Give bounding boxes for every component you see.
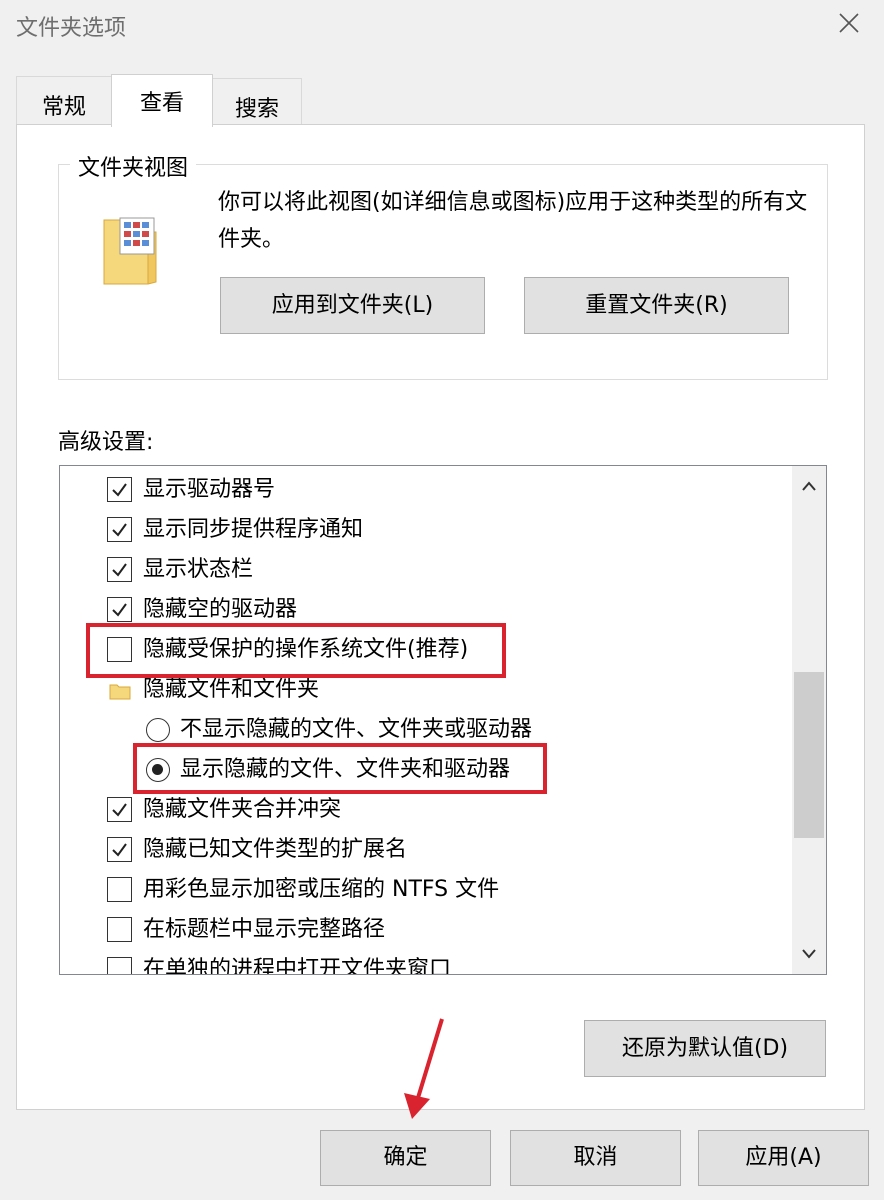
list-item-label: 隐藏已知文件类型的扩展名 bbox=[143, 837, 408, 862]
checkmark-icon bbox=[112, 843, 127, 857]
window-title: 文件夹选项 bbox=[16, 16, 127, 41]
list-item-label: 显示状态栏 bbox=[143, 557, 254, 582]
list-item-label: 显示隐藏的文件、文件夹和驱动器 bbox=[180, 757, 511, 782]
checkbox[interactable] bbox=[107, 877, 132, 902]
reset-folders-button[interactable]: 重置文件夹(R) bbox=[524, 277, 789, 334]
radio-button[interactable] bbox=[146, 758, 170, 782]
chevron-down-icon bbox=[802, 949, 816, 959]
checkmark-icon bbox=[112, 803, 127, 817]
checkbox[interactable] bbox=[107, 637, 132, 662]
checkbox[interactable] bbox=[107, 957, 132, 974]
list-item-label: 隐藏文件夹合并冲突 bbox=[143, 797, 342, 822]
checkmark-icon bbox=[112, 523, 127, 537]
folder-icon bbox=[109, 684, 131, 700]
title-bar: 文件夹选项 bbox=[0, 0, 884, 52]
checkbox[interactable] bbox=[107, 557, 132, 582]
restore-defaults-button[interactable]: 还原为默认值(D) bbox=[584, 1020, 826, 1077]
checkmark-icon bbox=[112, 603, 127, 617]
chevron-up-icon bbox=[802, 481, 816, 491]
apply-button[interactable]: 应用(A) bbox=[698, 1130, 869, 1186]
folder-view-icon bbox=[103, 217, 157, 285]
apply-to-folders-button[interactable]: 应用到文件夹(L) bbox=[220, 277, 485, 334]
list-item-label: 显示同步提供程序通知 bbox=[143, 517, 364, 542]
scrollbar-thumb[interactable] bbox=[794, 672, 824, 838]
checkbox[interactable] bbox=[107, 917, 132, 942]
radio-button[interactable] bbox=[146, 718, 170, 742]
close-icon bbox=[839, 13, 859, 33]
checkbox[interactable] bbox=[107, 797, 132, 822]
tab-view[interactable]: 查看 bbox=[111, 74, 213, 127]
checkmark-icon bbox=[112, 563, 127, 577]
checkbox[interactable] bbox=[107, 517, 132, 542]
checkbox[interactable] bbox=[107, 477, 132, 502]
radio-dot bbox=[152, 764, 163, 775]
advanced-settings-list[interactable]: 显示驱动器号 显示同步提供程序通知 显示状态栏 隐藏空的驱动器 隐藏受保护的操作… bbox=[59, 465, 827, 975]
close-button[interactable] bbox=[814, 0, 884, 52]
folder-views-description: 你可以将此视图(如详细信息或图标)应用于这种类型的所有文件夹。 bbox=[218, 190, 808, 252]
advanced-settings-label: 高级设置: bbox=[58, 430, 154, 455]
list-item-label: 在标题栏中显示完整路径 bbox=[143, 917, 386, 942]
checkmark-icon bbox=[112, 483, 127, 497]
list-item-label: 用彩色显示加密或压缩的 NTFS 文件 bbox=[143, 877, 500, 902]
checkbox[interactable] bbox=[107, 597, 132, 622]
tab-search[interactable]: 搜索 bbox=[212, 78, 302, 128]
ok-button[interactable]: 确定 bbox=[320, 1130, 491, 1186]
folder-views-legend: 文件夹视图 bbox=[70, 150, 197, 182]
list-item-label: 不显示隐藏的文件、文件夹或驱动器 bbox=[180, 717, 533, 742]
list-item-label: 显示驱动器号 bbox=[143, 477, 276, 502]
list-item-label: 在单独的进程中打开文件夹窗口 bbox=[143, 957, 452, 975]
tab-general[interactable]: 常规 bbox=[16, 76, 112, 126]
checkbox[interactable] bbox=[107, 837, 132, 862]
vertical-scrollbar[interactable] bbox=[792, 466, 826, 974]
list-item-label: 隐藏空的驱动器 bbox=[143, 597, 298, 622]
scroll-up-button[interactable] bbox=[792, 466, 826, 506]
list-item-label: 隐藏文件和文件夹 bbox=[143, 677, 320, 702]
annotation-arrow-icon bbox=[404, 1018, 444, 1119]
list-item-label: 隐藏受保护的操作系统文件(推荐) bbox=[143, 637, 469, 662]
cancel-button[interactable]: 取消 bbox=[510, 1130, 681, 1186]
scroll-down-button[interactable] bbox=[792, 934, 826, 974]
